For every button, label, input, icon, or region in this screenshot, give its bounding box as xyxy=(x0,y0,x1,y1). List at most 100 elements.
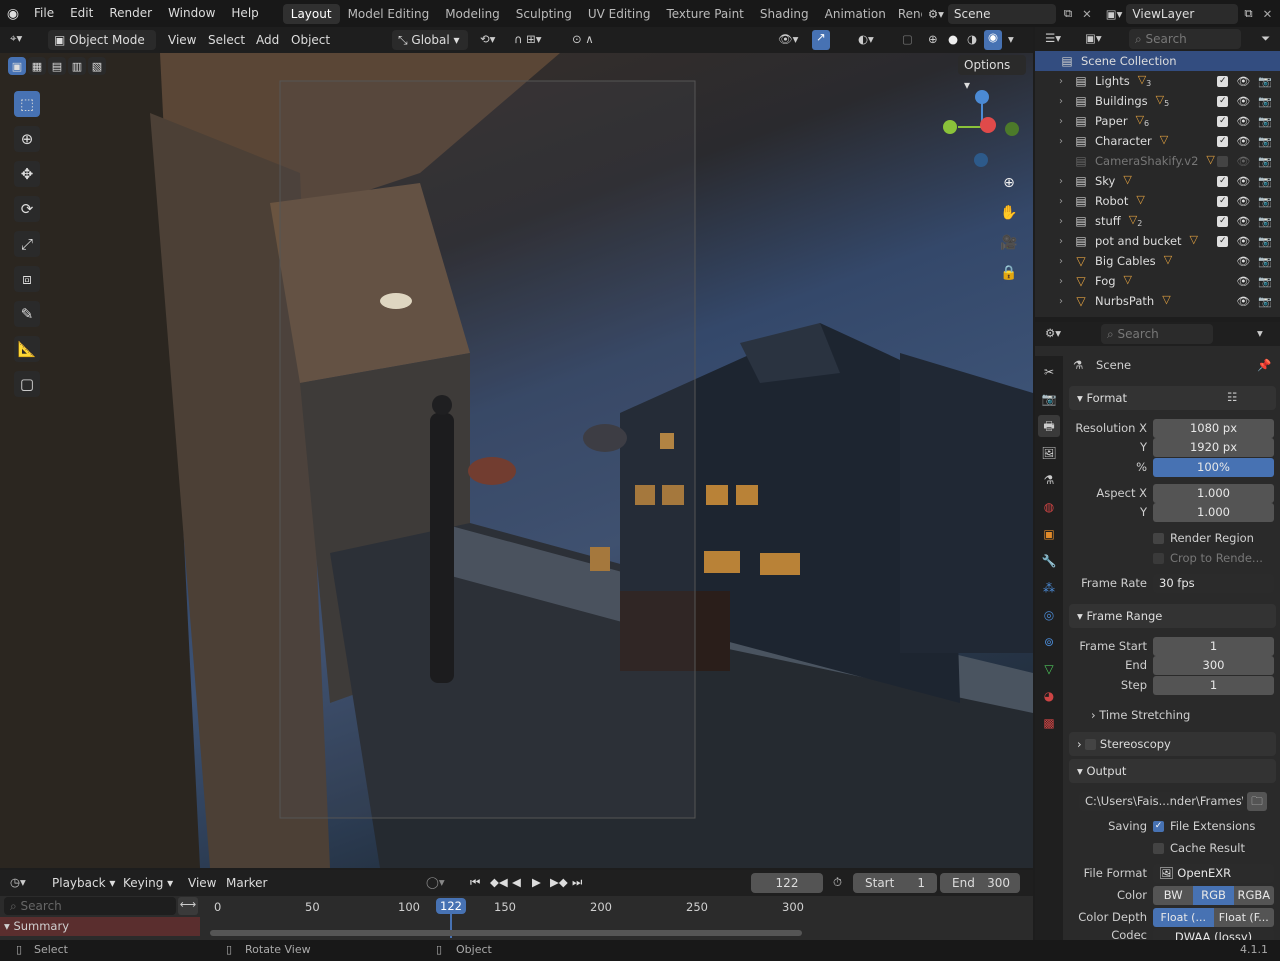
shading-material-icon[interactable]: ◑ xyxy=(967,32,977,46)
outliner-display-mode-icon[interactable]: ▣▾ xyxy=(1085,31,1102,45)
format-panel-header[interactable]: ▾ Format xyxy=(1069,386,1276,410)
visibility-eye-icon[interactable]: 👁 xyxy=(1236,235,1250,248)
jump-start-icon[interactable]: ⏮ xyxy=(470,875,480,890)
particles-tab-icon[interactable]: ⁂ xyxy=(1038,577,1060,599)
time-stretching-subpanel[interactable]: › Time Stretching xyxy=(1091,708,1190,722)
crop-checkbox[interactable] xyxy=(1153,552,1164,564)
select-extend-icon[interactable]: ▦ xyxy=(28,57,46,75)
menu-file[interactable]: File xyxy=(26,0,62,27)
color-rgba-button[interactable]: RGBA xyxy=(1233,885,1274,905)
pin-icon[interactable]: 📌 xyxy=(1257,358,1271,372)
outliner-row[interactable]: › ▤ Sky ▽ ✓ 👁 📷 xyxy=(1035,171,1280,191)
visibility-icon[interactable]: 👁▾ xyxy=(778,32,798,46)
timeline-search-input[interactable]: ⌕ Search xyxy=(4,897,176,915)
overlay-icon[interactable]: ◐▾ xyxy=(858,32,874,46)
keying-menu[interactable]: Keying ▾ xyxy=(115,870,181,896)
outliner-row[interactable]: › ▤ Robot ▽ ✓ 👁 📷 xyxy=(1035,191,1280,211)
depth-half-button[interactable]: Float (... xyxy=(1153,907,1214,927)
scene-tab-icon[interactable]: ⚗ xyxy=(1038,469,1060,491)
lock-icon[interactable]: 🔒 xyxy=(997,261,1021,285)
navigation-gizmo[interactable] xyxy=(938,87,1026,173)
end-frame-field[interactable]: End 300 xyxy=(940,873,1020,893)
transform-tool-icon[interactable]: ⧈ xyxy=(14,266,40,292)
exclude-checkbox[interactable]: ✓ xyxy=(1217,175,1229,187)
summary-row[interactable]: ▾ Summary xyxy=(0,917,200,936)
outliner-row[interactable]: › ▤ Paper ▽6 ✓ 👁 📷 xyxy=(1035,111,1280,131)
tab-uv-editing[interactable]: UV Editing xyxy=(580,4,659,24)
render-camera-icon[interactable]: 📷 xyxy=(1258,115,1272,128)
scene-name-field[interactable]: Scene xyxy=(947,3,1056,24)
cursor-tool-icon[interactable]: ⊕ xyxy=(14,126,40,152)
color-bw-button[interactable]: BW xyxy=(1153,885,1194,905)
exclude-checkbox[interactable]: ✓ xyxy=(1217,95,1229,107)
expand-chevron-icon[interactable]: › xyxy=(1059,96,1073,107)
texture-tab-icon[interactable]: ▩ xyxy=(1038,712,1060,734)
color-rgb-button[interactable]: RGB xyxy=(1193,885,1234,905)
start-frame-field[interactable]: Start 1 xyxy=(853,873,937,893)
exclude-checkbox[interactable]: ✓ xyxy=(1217,215,1229,227)
proportional-edit-icon[interactable]: ⊙ ∧ xyxy=(572,32,594,46)
resolution-percent-field[interactable]: 100% xyxy=(1153,457,1274,477)
exclude-checkbox[interactable] xyxy=(1217,155,1229,167)
data-tab-icon[interactable]: ▽ xyxy=(1038,658,1060,680)
menu-add[interactable]: Add xyxy=(248,27,287,53)
play-reverse-icon[interactable]: ◀ xyxy=(512,875,521,889)
outliner-row[interactable]: › ▽ Fog ▽ 👁 📷 xyxy=(1035,271,1280,291)
gizmo-toggle-icon[interactable]: ↗ xyxy=(812,30,830,50)
scene-collection-row[interactable]: ▤ Scene Collection xyxy=(1035,51,1280,71)
physics-tab-icon[interactable]: ◎ xyxy=(1038,604,1060,626)
tab-layout[interactable]: Layout xyxy=(282,3,340,24)
close-viewlayer-icon[interactable]: ✕ xyxy=(1263,7,1273,21)
3d-viewport[interactable]: ▣ ▦ ▤ ▥ ▧ ⬚ ⊕ ✥ ⟳ ⤢ ⧈ ✎ 📐 ▢ Options ▾ ⊕ … xyxy=(0,53,1033,868)
editor-type-icon[interactable]: ⌖▾ xyxy=(10,31,22,46)
prev-key-icon[interactable]: ◆◀ xyxy=(490,875,508,889)
outliner-row[interactable]: › ▽ NurbsPath ▽ 👁 📷 xyxy=(1035,291,1280,311)
expand-chevron-icon[interactable]: › xyxy=(1059,296,1073,307)
exclude-checkbox[interactable]: ✓ xyxy=(1217,135,1229,147)
scene-selector-icon[interactable]: ⚙▾ xyxy=(928,7,944,21)
properties-options-icon[interactable]: ▾ xyxy=(1257,326,1263,340)
visibility-eye-icon[interactable]: 👁 xyxy=(1236,175,1250,188)
render-camera-icon[interactable]: 📷 xyxy=(1258,235,1272,248)
exclude-checkbox[interactable]: ✓ xyxy=(1217,195,1229,207)
menu-window[interactable]: Window xyxy=(160,0,223,27)
select-invert-icon[interactable]: ▥ xyxy=(68,57,86,75)
object-tab-icon[interactable]: ▣ xyxy=(1038,523,1060,545)
measure-tool-icon[interactable]: 📐 xyxy=(14,336,40,362)
visibility-eye-icon[interactable]: 👁 xyxy=(1236,75,1250,88)
visibility-eye-icon[interactable]: 👁 xyxy=(1236,275,1250,288)
preview-range-icon[interactable]: ⏱ xyxy=(833,875,842,890)
render-camera-icon[interactable]: 📷 xyxy=(1258,175,1272,188)
add-cube-tool-icon[interactable]: ▢ xyxy=(14,371,40,397)
expand-chevron-icon[interactable]: › xyxy=(1059,236,1073,247)
exclude-checkbox[interactable]: ✓ xyxy=(1217,115,1229,127)
close-scene-icon[interactable]: ✕ xyxy=(1082,7,1092,21)
codec-dropdown[interactable]: DWAA (lossy) xyxy=(1153,928,1274,940)
transform-orientation-dropdown[interactable]: ⤡ Global ▾ xyxy=(392,30,468,50)
render-camera-icon[interactable]: 📷 xyxy=(1258,275,1272,288)
frame-step-field[interactable]: 1 xyxy=(1153,675,1274,695)
cache-result-checkbox[interactable] xyxy=(1153,842,1164,854)
next-key-icon[interactable]: ▶◆ xyxy=(550,875,568,889)
aspect-y-field[interactable]: 1.000 xyxy=(1153,502,1274,522)
shading-solid-icon[interactable]: ● xyxy=(948,32,958,46)
visibility-eye-icon[interactable]: 👁 xyxy=(1236,295,1250,308)
visibility-eye-icon[interactable]: 👁 xyxy=(1236,195,1250,208)
menu-object[interactable]: Object xyxy=(283,27,338,53)
viewlayer-icon[interactable]: ▣▾ xyxy=(1106,7,1123,21)
xray-icon[interactable]: ▢ xyxy=(902,32,913,46)
folder-icon[interactable]: 🗀 xyxy=(1247,792,1267,811)
outliner-row[interactable]: › ▤ Character ▽ ✓ 👁 📷 xyxy=(1035,131,1280,151)
menu-select[interactable]: Select xyxy=(200,27,253,53)
marker-menu[interactable]: Marker xyxy=(218,870,275,896)
frame-ruler[interactable]: 0 50 100 122 150 200 250 300 xyxy=(208,896,1030,918)
render-region-checkbox[interactable] xyxy=(1153,532,1164,544)
frame-start-field[interactable]: 1 xyxy=(1153,636,1274,656)
tab-sculpting[interactable]: Sculpting xyxy=(508,4,580,24)
render-camera-icon[interactable]: 📷 xyxy=(1258,255,1272,268)
auto-key-icon[interactable]: ◯▾ xyxy=(426,875,445,889)
playback-menu[interactable]: Playback ▾ xyxy=(44,870,123,896)
snap-icon[interactable]: ∩ ⊞▾ xyxy=(514,32,541,46)
output-path-field[interactable]: C:\Users\Fais...nder\Frames\ xyxy=(1079,792,1243,811)
expand-chevron-icon[interactable]: › xyxy=(1059,216,1073,227)
